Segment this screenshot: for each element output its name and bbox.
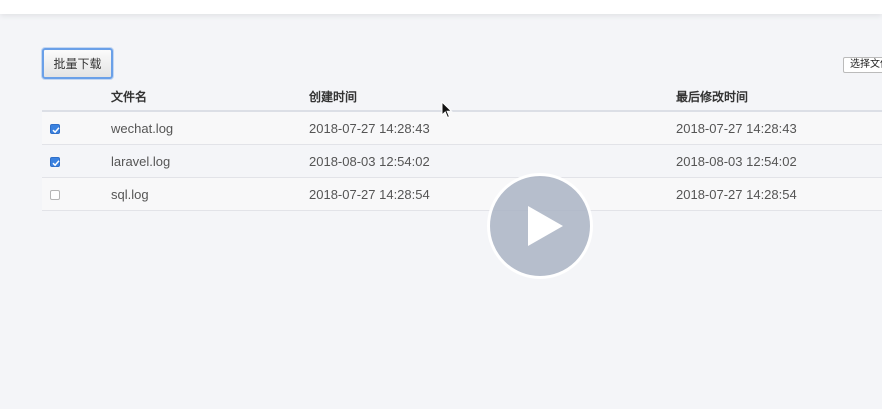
modified-time: 2018-07-27 14:28:54 <box>676 187 797 202</box>
table-row[interactable]: laravel.log 2018-08-03 12:54:02 2018-08-… <box>42 145 882 178</box>
mouse-cursor-icon <box>441 100 453 124</box>
created-time: 2018-07-27 14:28:43 <box>309 121 430 136</box>
row-checkbox[interactable] <box>50 124 60 134</box>
file-name: wechat.log <box>111 121 174 136</box>
row-checkbox[interactable] <box>50 157 60 167</box>
file-name: laravel.log <box>111 154 171 169</box>
header-file-name: 文件名 <box>111 90 148 104</box>
header-created-time: 创建时间 <box>309 90 358 104</box>
play-button[interactable] <box>487 173 593 279</box>
top-bar <box>0 0 882 14</box>
row-checkbox[interactable] <box>50 190 60 200</box>
created-time: 2018-08-03 12:54:02 <box>309 154 430 169</box>
choose-file-button[interactable]: 选择文件 <box>843 57 882 73</box>
file-name: sql.log <box>111 187 149 202</box>
table-header: 文件名 创建时间 最后修改时间 <box>42 80 882 112</box>
checkmark-icon <box>52 127 60 134</box>
checkmark-icon <box>52 160 60 167</box>
modified-time: 2018-07-27 14:28:43 <box>676 121 797 136</box>
table-row[interactable]: wechat.log 2018-07-27 14:28:43 2018-07-2… <box>42 112 882 145</box>
header-modified-time: 最后修改时间 <box>676 90 749 104</box>
play-icon <box>528 206 563 246</box>
file-table: 文件名 创建时间 最后修改时间 wechat.log 2018-07-27 14… <box>42 80 882 211</box>
created-time: 2018-07-27 14:28:54 <box>309 187 430 202</box>
table-row[interactable]: sql.log 2018-07-27 14:28:54 2018-07-27 1… <box>42 178 882 211</box>
modified-time: 2018-08-03 12:54:02 <box>676 154 797 169</box>
batch-download-button[interactable]: 批量下载 <box>42 48 113 79</box>
